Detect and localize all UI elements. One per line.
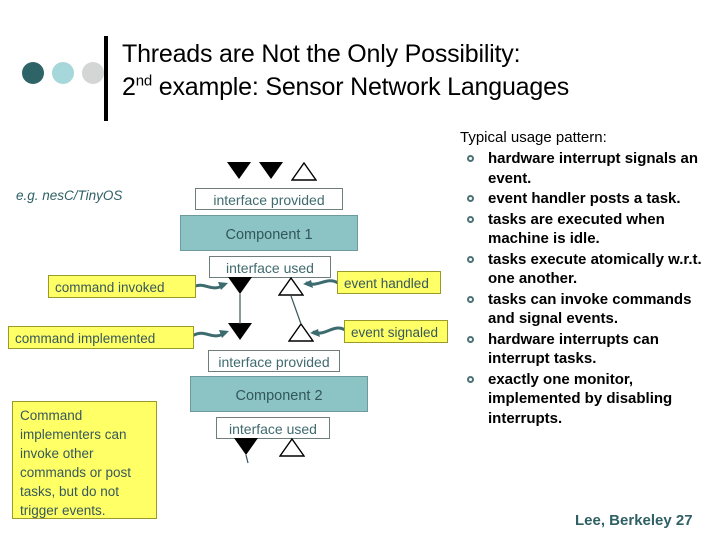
list-item: hardware interrupts can interrupt tasks. bbox=[460, 330, 716, 369]
list-item: hardware interrupt signals an event. bbox=[460, 149, 716, 188]
command-triangle-filled-down-5 bbox=[234, 438, 258, 455]
component-1-box: Component 1 bbox=[180, 215, 358, 251]
list-item-label: tasks are executed when machine is idle. bbox=[488, 210, 665, 248]
bullet-circle-icon bbox=[467, 155, 474, 162]
bullet-circle-icon bbox=[467, 295, 474, 303]
list-item: tasks execute atomically w.r.t. one anot… bbox=[460, 250, 716, 289]
command-triangle-filled-down-1 bbox=[227, 162, 251, 179]
interface-used-label-1: interface used bbox=[209, 256, 331, 278]
list-item-label: tasks can invoke commands and signal eve… bbox=[488, 290, 692, 328]
title-line-1: Threads are Not the Only Possibility: bbox=[122, 40, 521, 68]
bullet-circle-icon bbox=[467, 215, 474, 223]
list-item-label: exactly one monitor, implemented by disa… bbox=[488, 370, 673, 427]
usage-pattern-panel: Typical usage pattern: hardware interrup… bbox=[460, 128, 716, 429]
usage-pattern-list: hardware interrupt signals an event. eve… bbox=[460, 149, 716, 428]
callout-command-implemented: command implemented bbox=[8, 326, 194, 349]
command-triangle-filled-down-2 bbox=[259, 162, 283, 179]
decorative-dot-1 bbox=[22, 62, 44, 84]
usage-pattern-heading: Typical usage pattern: bbox=[460, 129, 607, 146]
title-divider-rule bbox=[104, 36, 108, 121]
slide-root: Threads are Not the Only Possibility: 2n… bbox=[0, 0, 720, 540]
example-label: e.g. nesC/TinyOS bbox=[16, 188, 123, 203]
bullet-circle-icon bbox=[467, 375, 474, 383]
interface-provided-label-2: interface provided bbox=[208, 350, 340, 372]
page-title: Threads are Not the Only Possibility: 2n… bbox=[122, 38, 712, 104]
list-item-label: event handler posts a task. bbox=[488, 190, 681, 207]
list-item-label: hardware interrupt signals an event. bbox=[488, 150, 699, 187]
interface-provided-label-1: interface provided bbox=[195, 188, 343, 210]
list-item-label: hardware interrupts can interrupt tasks. bbox=[488, 330, 659, 368]
event-triangle-hollow-up-1 bbox=[291, 162, 317, 181]
event-triangle-hollow-up-4 bbox=[279, 438, 305, 457]
decorative-dots bbox=[22, 62, 104, 86]
bullet-circle-icon bbox=[467, 335, 474, 343]
callout-event-signaled: event signaled bbox=[344, 320, 448, 343]
bullet-circle-icon bbox=[467, 255, 474, 263]
interface-used-label-2: interface used bbox=[216, 417, 330, 439]
decorative-dot-2 bbox=[52, 62, 74, 84]
decorative-dot-3 bbox=[82, 62, 104, 84]
title-line-2: 2nd example: Sensor Network Languages bbox=[122, 71, 712, 104]
list-item: exactly one monitor, implemented by disa… bbox=[460, 370, 716, 429]
event-triangle-hollow-up-2 bbox=[278, 277, 304, 296]
command-triangle-filled-down-3 bbox=[228, 277, 252, 294]
title-ordinal-suffix: nd bbox=[135, 72, 153, 90]
list-item: tasks are executed when machine is idle. bbox=[460, 210, 716, 249]
component-2-box: Component 2 bbox=[190, 376, 368, 412]
event-triangle-hollow-up-3 bbox=[288, 323, 314, 342]
callout-command-invoked: command invoked bbox=[48, 275, 196, 298]
bullet-circle-icon bbox=[467, 195, 474, 202]
callout-event-handled: event handled bbox=[337, 271, 441, 294]
title-line-2-number: 2 bbox=[122, 73, 136, 101]
list-item: tasks can invoke commands and signal eve… bbox=[460, 290, 716, 329]
note-box-command-implementers: Command implementers can invoke other co… bbox=[12, 401, 157, 519]
command-triangle-filled-down-4 bbox=[228, 323, 252, 340]
slide-footer: Lee, Berkeley 27 bbox=[575, 512, 693, 529]
list-item: event handler posts a task. bbox=[460, 189, 716, 209]
title-line-2-text: example: Sensor Network Languages bbox=[152, 73, 570, 101]
list-item-label: tasks execute atomically w.r.t. one anot… bbox=[488, 250, 702, 288]
